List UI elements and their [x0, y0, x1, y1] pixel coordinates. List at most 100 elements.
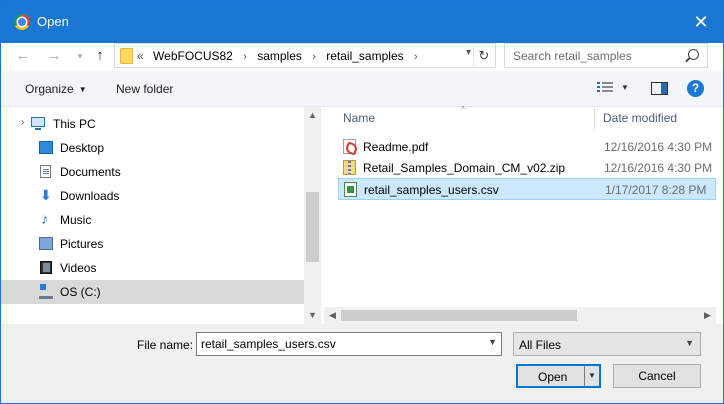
refresh-icon: ↻ — [478, 48, 490, 63]
breadcrumb-item-retail-samples[interactable]: retail_samples — [326, 49, 403, 63]
column-divider[interactable] — [594, 107, 595, 131]
pdf-file-icon — [343, 139, 356, 154]
organize-label: Organize — [25, 82, 74, 96]
preview-pane-icon[interactable] — [651, 82, 668, 95]
search-input[interactable] — [505, 44, 683, 67]
expand-chevron-icon[interactable]: › — [21, 117, 24, 128]
column-headers: ^ Name Date modified — [324, 105, 716, 131]
file-list: ^ Name Date modified Readme.pdf 12/16/20… — [324, 105, 716, 324]
computer-icon — [31, 117, 45, 130]
cancel-button[interactable]: Cancel — [613, 364, 701, 388]
navigation-pane: › This PC Desktop Documents ⬇ Downloads … — [1, 107, 322, 324]
pictures-icon — [39, 237, 53, 250]
nav-item-documents[interactable]: Documents — [1, 160, 304, 184]
back-button[interactable]: ← — [15, 47, 31, 65]
close-icon: ✕ — [693, 11, 709, 32]
address-row: ← → ▾ ↑ « WebFOCUS82 › samples › retail_… — [1, 43, 723, 69]
nav-item-pictures[interactable]: Pictures — [1, 232, 304, 256]
file-row[interactable]: Readme.pdf 12/16/2016 4:30 PM — [338, 136, 716, 158]
nav-item-label: Downloads — [60, 189, 120, 203]
back-arrow-icon: ← — [15, 47, 31, 64]
up-arrow-icon: ↑ — [96, 47, 104, 64]
close-button[interactable]: ✕ — [679, 1, 723, 43]
scrollbar-thumb[interactable] — [341, 310, 577, 321]
file-name-combobox: ▼ — [196, 332, 502, 356]
file-row-selected[interactable]: retail_samples_users.csv 1/17/2017 8:28 … — [338, 178, 716, 200]
csv-file-icon — [344, 182, 357, 197]
music-icon: ♪ — [41, 211, 49, 228]
chevron-down-icon: ▾ — [77, 51, 83, 61]
open-button-label: Open — [538, 370, 568, 384]
column-header-date-modified[interactable]: Date modified — [603, 111, 677, 125]
scroll-down-icon[interactable]: ▼ — [304, 307, 321, 324]
file-name: retail_samples_users.csv — [364, 183, 499, 197]
nav-item-videos[interactable]: Videos — [1, 256, 304, 280]
change-view-icon[interactable] — [597, 82, 613, 94]
split-divider — [584, 366, 585, 386]
title-bar[interactable]: Open ✕ — [1, 1, 723, 43]
file-name-input[interactable] — [197, 333, 479, 355]
videos-icon — [40, 261, 52, 274]
breadcrumb: « WebFOCUS82 › samples › retail_samples … — [137, 49, 425, 63]
file-date-modified: 12/16/2016 4:30 PM — [604, 140, 713, 154]
chevron-down-icon: ▼ — [685, 338, 694, 348]
nav-item-downloads[interactable]: ⬇ Downloads — [1, 184, 304, 208]
view-options-dropdown-icon[interactable]: ▼ — [621, 83, 629, 92]
open-button[interactable]: Open ▼ — [516, 364, 601, 388]
chrome-icon — [14, 14, 30, 30]
dialog-footer: File name: ▼ All Files ▼ Open ▼ Cancel — [1, 324, 723, 403]
nav-item-label: Videos — [60, 261, 97, 275]
nav-item-desktop[interactable]: Desktop — [1, 136, 304, 160]
new-folder-button[interactable]: New folder — [116, 82, 173, 96]
refresh-button[interactable]: ↻ — [473, 45, 494, 66]
scroll-up-icon[interactable]: ▲ — [304, 107, 321, 124]
nav-item-label: OS (C:) — [60, 285, 101, 299]
downloads-icon: ⬇ — [40, 187, 52, 203]
scrollbar-thumb[interactable] — [306, 192, 319, 262]
nav-item-this-pc[interactable]: › This PC — [1, 112, 304, 136]
forward-button[interactable]: → — [46, 47, 62, 65]
nav-item-music[interactable]: ♪ Music — [1, 208, 304, 232]
address-bar[interactable]: « WebFOCUS82 › samples › retail_samples … — [114, 43, 496, 68]
breadcrumb-item-webfocus82[interactable]: WebFOCUS82 — [153, 49, 233, 63]
file-type-select[interactable]: All Files ▼ — [513, 332, 701, 356]
nav-item-label: Documents — [60, 165, 121, 179]
open-options-dropdown-icon[interactable]: ▼ — [588, 371, 596, 380]
nav-item-os-c[interactable]: OS (C:) — [1, 280, 304, 304]
search-box — [504, 43, 708, 68]
nav-item-label: Music — [60, 213, 92, 227]
window-title: Open — [37, 14, 69, 29]
open-dialog: Open ✕ ← → ▾ ↑ « WebFOCUS82 › samples › … — [0, 0, 724, 404]
chevron-right-icon[interactable]: › — [414, 51, 418, 63]
address-dropdown-icon[interactable]: ▾ — [466, 47, 471, 58]
file-date-modified: 1/17/2017 8:28 PM — [605, 183, 707, 197]
scroll-right-icon[interactable]: ▶ — [699, 307, 716, 324]
file-date-modified: 12/16/2016 4:30 PM — [604, 161, 713, 175]
nav-item-label: This PC — [53, 117, 96, 131]
file-name: Retail_Samples_Domain_CM_v02.zip — [363, 161, 566, 175]
file-row[interactable]: Retail_Samples_Domain_CM_v02.zip 12/16/2… — [338, 157, 716, 179]
scroll-left-icon[interactable]: ◀ — [324, 307, 341, 324]
navigation-scrollbar[interactable]: ▲ ▼ — [304, 107, 321, 324]
column-header-name[interactable]: Name — [343, 111, 375, 125]
documents-icon — [40, 165, 51, 178]
chevron-right-icon[interactable]: › — [312, 51, 316, 63]
up-button[interactable]: ↑ — [92, 47, 108, 65]
recent-locations-button[interactable]: ▾ — [72, 47, 88, 65]
folder-icon — [120, 48, 133, 64]
breadcrumb-overflow[interactable]: « — [137, 49, 144, 63]
file-name-label: File name: — [137, 338, 194, 352]
command-bar: Organize ▼ New folder ▼ ? — [1, 71, 723, 107]
help-icon[interactable]: ? — [687, 80, 704, 97]
search-icon[interactable] — [688, 49, 699, 60]
chevron-down-icon[interactable]: ▼ — [488, 337, 497, 347]
file-list-horizontal-scrollbar[interactable]: ◀ ▶ — [324, 307, 716, 324]
nav-item-label: Pictures — [60, 237, 104, 251]
forward-arrow-icon: → — [46, 47, 62, 64]
file-type-value: All Files — [519, 338, 562, 352]
file-name: Readme.pdf — [363, 140, 429, 154]
organize-button[interactable]: Organize ▼ — [25, 82, 87, 96]
breadcrumb-item-samples[interactable]: samples — [257, 49, 302, 63]
drive-icon — [39, 284, 53, 299]
chevron-right-icon[interactable]: › — [243, 51, 247, 63]
